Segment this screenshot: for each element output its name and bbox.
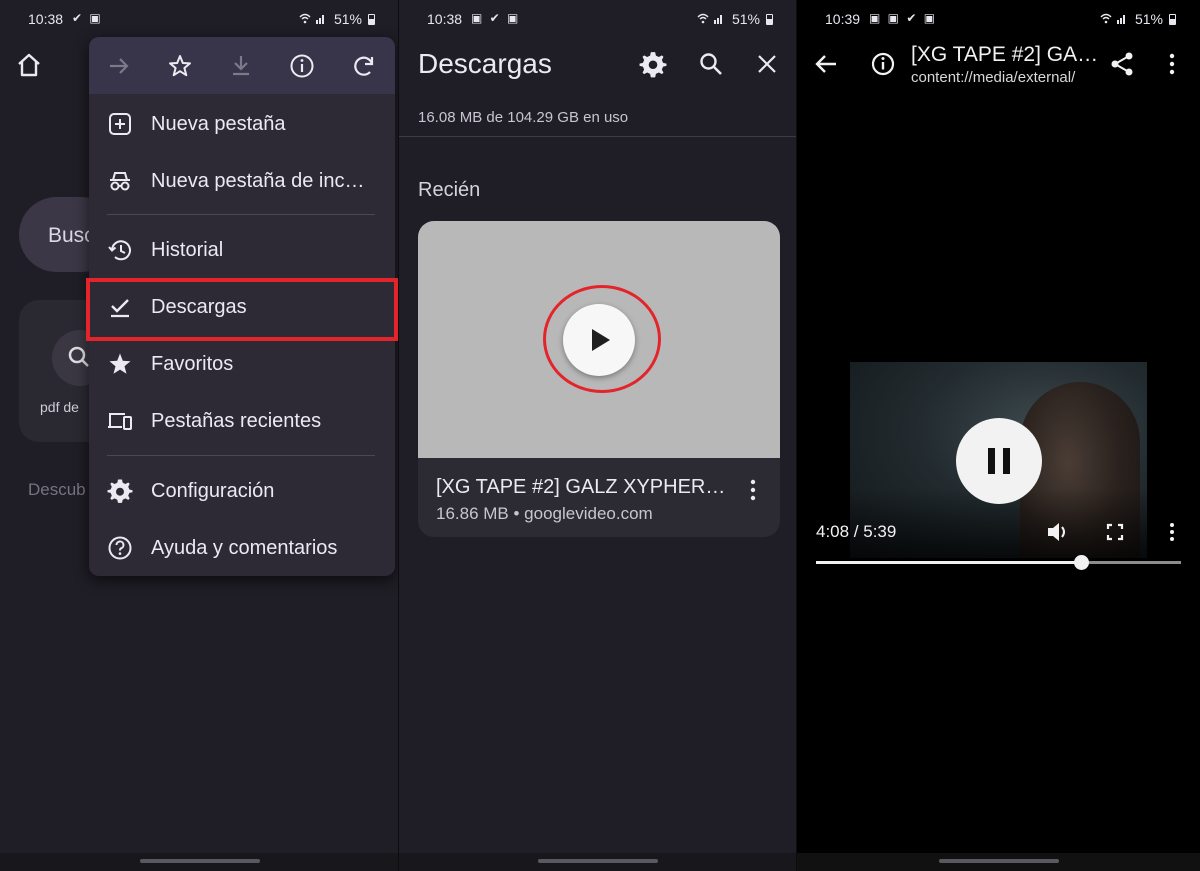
more-vert-icon[interactable]: [738, 475, 768, 505]
navigation-bar: [0, 853, 399, 871]
more-vert-icon[interactable]: [1157, 49, 1187, 79]
battery-icon: [766, 13, 773, 25]
wifi-signal-icon: [298, 12, 328, 27]
pause-icon: [988, 448, 1010, 474]
search-box-text: Busc: [48, 224, 95, 247]
section-heading: Recién: [418, 179, 481, 201]
status-time: 10:39: [825, 11, 861, 27]
menu-item-label: Nueva pestaña: [151, 113, 286, 135]
playback-time: 4:08 / 5:39: [816, 522, 897, 541]
menu-item-label: Pestañas recientes: [151, 410, 322, 432]
fullscreen-icon[interactable]: [1100, 517, 1130, 547]
incognito-icon: [110, 172, 130, 191]
seek-bar[interactable]: [816, 555, 1181, 570]
info-icon[interactable]: [288, 52, 316, 80]
home-gesture-pill[interactable]: [538, 859, 658, 863]
menu-item-label: Historial: [151, 239, 224, 261]
bookmarks-icon: [109, 353, 131, 374]
downloads-panel: 10:38 ▣ ✔ ▣ 51% Descargas 16.08 MB de 10…: [399, 0, 797, 871]
share-icon[interactable]: [1107, 49, 1137, 79]
info-icon[interactable]: [868, 49, 898, 79]
video-title: [XG TAPE #2] GA…: [911, 43, 1099, 66]
menu-divider: [107, 214, 375, 215]
menu-item-incognito[interactable]: Nueva pestaña de inc…: [89, 156, 395, 206]
battery-percent: 51%: [1134, 11, 1163, 27]
wifi-signal-icon: [696, 12, 726, 27]
battery-icon: [368, 13, 375, 25]
menu-item-recent-tabs[interactable]: Pestañas recientes: [89, 396, 395, 446]
download-filename: [XG TAPE #2] GALZ XYPHER…: [436, 476, 726, 498]
download-icon[interactable]: [227, 52, 255, 80]
history-icon: [108, 240, 131, 261]
settings-icon[interactable]: [639, 50, 667, 78]
new-tab-icon: [109, 113, 131, 135]
menu-item-help[interactable]: Ayuda y comentarios: [89, 523, 395, 573]
wifi-signal-icon: [1099, 12, 1129, 27]
download-meta: 16.86 MB • googlevideo.com: [436, 504, 653, 523]
status-right: 51%: [696, 11, 773, 27]
menu-item-settings[interactable]: Configuración: [89, 466, 395, 516]
settings-icon: [107, 479, 133, 503]
notification-icons: ▣ ▣ ✔ ▣: [869, 11, 938, 25]
downloads-highlight-box: [86, 278, 398, 341]
storage-usage: 16.08 MB de 104.29 GB en uso: [418, 109, 629, 126]
menu-item-label: Configuración: [151, 480, 275, 502]
menu-item-bookmarks[interactable]: Favoritos: [89, 339, 395, 389]
seek-progress: [816, 561, 1082, 564]
more-vert-icon[interactable]: [1157, 517, 1187, 547]
back-arrow-icon[interactable]: [811, 49, 841, 79]
home-icon[interactable]: [14, 50, 44, 80]
status-bar: 10:38 ✔ ▣ 51%: [0, 8, 399, 30]
menu-item-label: Ayuda y comentarios: [151, 537, 338, 559]
home-gesture-pill[interactable]: [139, 859, 260, 863]
forward-icon[interactable]: [105, 52, 133, 80]
shortcut-label: pdf de: [40, 399, 79, 415]
video-uri: content://media/external/: [911, 69, 1076, 86]
battery-percent: 51%: [731, 11, 760, 27]
pause-button[interactable]: [956, 418, 1042, 504]
video-player-panel: 10:39 ▣ ▣ ✔ ▣ 51% [XG TAPE #2] GA… conte…: [797, 0, 1200, 871]
divider: [399, 136, 797, 137]
notification-icons: ▣ ✔ ▣: [471, 11, 521, 25]
status-bar: 10:38 ▣ ✔ ▣ 51%: [399, 8, 797, 30]
browser-menu-panel: 10:38 ✔ ▣ 51% Busc pdf de Descub Nueva p…: [0, 0, 399, 871]
help-icon: [108, 536, 132, 560]
status-right: 51%: [1099, 11, 1176, 27]
status-time: 10:38: [28, 11, 64, 27]
notification-icons: ✔ ▣: [72, 11, 103, 25]
battery-percent: 51%: [333, 11, 362, 27]
refresh-icon[interactable]: [350, 52, 378, 80]
search-icon[interactable]: [697, 50, 725, 78]
status-bar: 10:39 ▣ ▣ ✔ ▣ 51%: [797, 8, 1200, 30]
discover-heading: Descub: [28, 480, 86, 499]
menu-item-history[interactable]: Historial: [89, 225, 395, 275]
download-item-card[interactable]: [XG TAPE #2] GALZ XYPHER… 16.86 MB • goo…: [418, 221, 780, 537]
close-icon[interactable]: [753, 50, 781, 78]
menu-toolbar: [89, 37, 395, 94]
menu-item-label: Favoritos: [151, 353, 234, 375]
status-time: 10:38: [427, 11, 463, 27]
star-icon[interactable]: [166, 52, 194, 80]
menu-item-new-tab[interactable]: Nueva pestaña: [89, 99, 395, 149]
seek-thumb[interactable]: [1074, 555, 1090, 570]
status-right: 51%: [298, 11, 375, 27]
battery-icon: [1169, 13, 1176, 25]
navigation-bar: [399, 853, 797, 871]
play-button-highlight-circle: [543, 285, 661, 393]
volume-icon[interactable]: [1043, 517, 1073, 547]
devices-icon: [108, 413, 132, 430]
page-title: Descargas: [418, 48, 552, 79]
menu-divider: [107, 455, 375, 456]
menu-item-label: Nueva pestaña de inc…: [151, 170, 365, 192]
navigation-bar: [797, 853, 1200, 871]
home-gesture-pill[interactable]: [938, 859, 1059, 863]
